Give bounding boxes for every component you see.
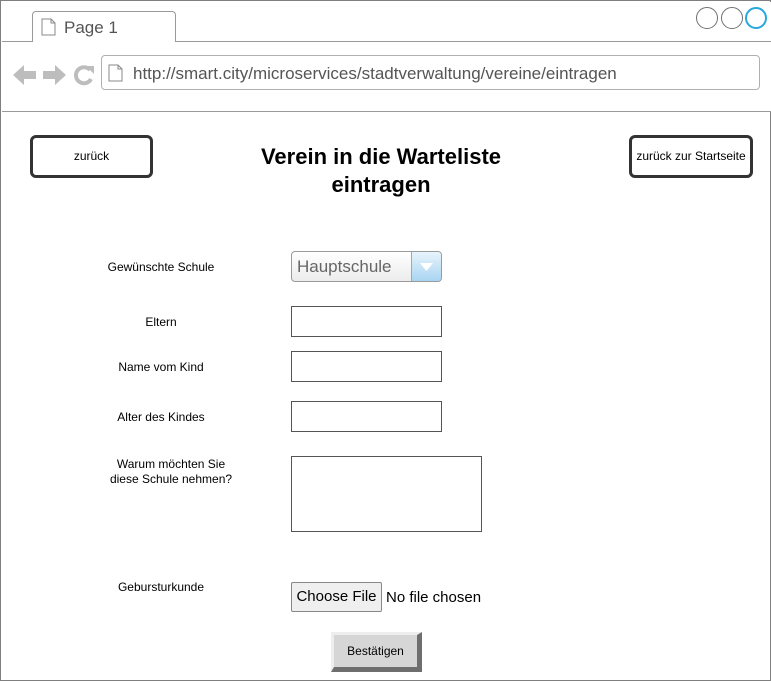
school-label: Gewünschte Schule bbox=[107, 260, 215, 274]
window-minimize-button[interactable] bbox=[696, 7, 718, 29]
address-bar[interactable]: http://smart.city/microservices/stadtver… bbox=[101, 55, 760, 90]
child-age-label: Alter des Kindes bbox=[117, 410, 205, 424]
child-age-input[interactable] bbox=[291, 401, 442, 432]
reason-label: Warum möchten Sie diese Schule nehmen? bbox=[96, 457, 246, 487]
forward-arrow-icon[interactable] bbox=[42, 64, 67, 86]
school-select[interactable]: Hauptschule bbox=[291, 251, 442, 282]
page-title-line1: Verein in die Warteliste bbox=[260, 144, 502, 169]
home-button[interactable]: zurück zur Startseite bbox=[629, 135, 753, 178]
url-text: http://smart.city/microservices/stadtver… bbox=[133, 64, 617, 83]
page-title: Verein in die Warteliste eintragen bbox=[221, 143, 541, 199]
child-name-label: Name vom Kind bbox=[118, 360, 204, 374]
parents-label: Eltern bbox=[145, 315, 177, 329]
choose-file-button[interactable]: Choose File bbox=[291, 582, 382, 612]
window-maximize-button[interactable] bbox=[721, 7, 743, 29]
back-arrow-icon[interactable] bbox=[12, 64, 37, 86]
browser-chrome: Page 1 http://smart.city/microservices/s… bbox=[2, 2, 771, 112]
reason-textarea[interactable] bbox=[291, 456, 482, 532]
reason-label-line1: Warum möchten Sie bbox=[116, 457, 226, 471]
child-name-input[interactable] bbox=[291, 351, 442, 382]
school-select-value: Hauptschule bbox=[297, 257, 392, 276]
file-status: No file chosen bbox=[386, 589, 482, 606]
parents-input[interactable] bbox=[291, 306, 442, 337]
window-close-button[interactable] bbox=[745, 7, 767, 29]
page-icon bbox=[108, 64, 123, 82]
chevron-down-icon bbox=[420, 263, 433, 271]
back-button[interactable]: zurück bbox=[30, 135, 153, 178]
browser-window: Page 1 http://smart.city/microservices/s… bbox=[0, 0, 771, 681]
page-title-line2: eintragen bbox=[331, 172, 431, 197]
dropdown-arrow[interactable] bbox=[411, 252, 441, 281]
birth-certificate-label: Gebursturkunde bbox=[117, 580, 205, 594]
submit-button[interactable]: Bestätigen bbox=[331, 632, 422, 672]
page-icon bbox=[41, 18, 56, 36]
browser-tab[interactable]: Page 1 bbox=[32, 11, 176, 42]
reload-icon[interactable] bbox=[72, 64, 96, 86]
tab-label: Page 1 bbox=[64, 18, 118, 37]
reason-label-line2: diese Schule nehmen? bbox=[109, 472, 233, 486]
